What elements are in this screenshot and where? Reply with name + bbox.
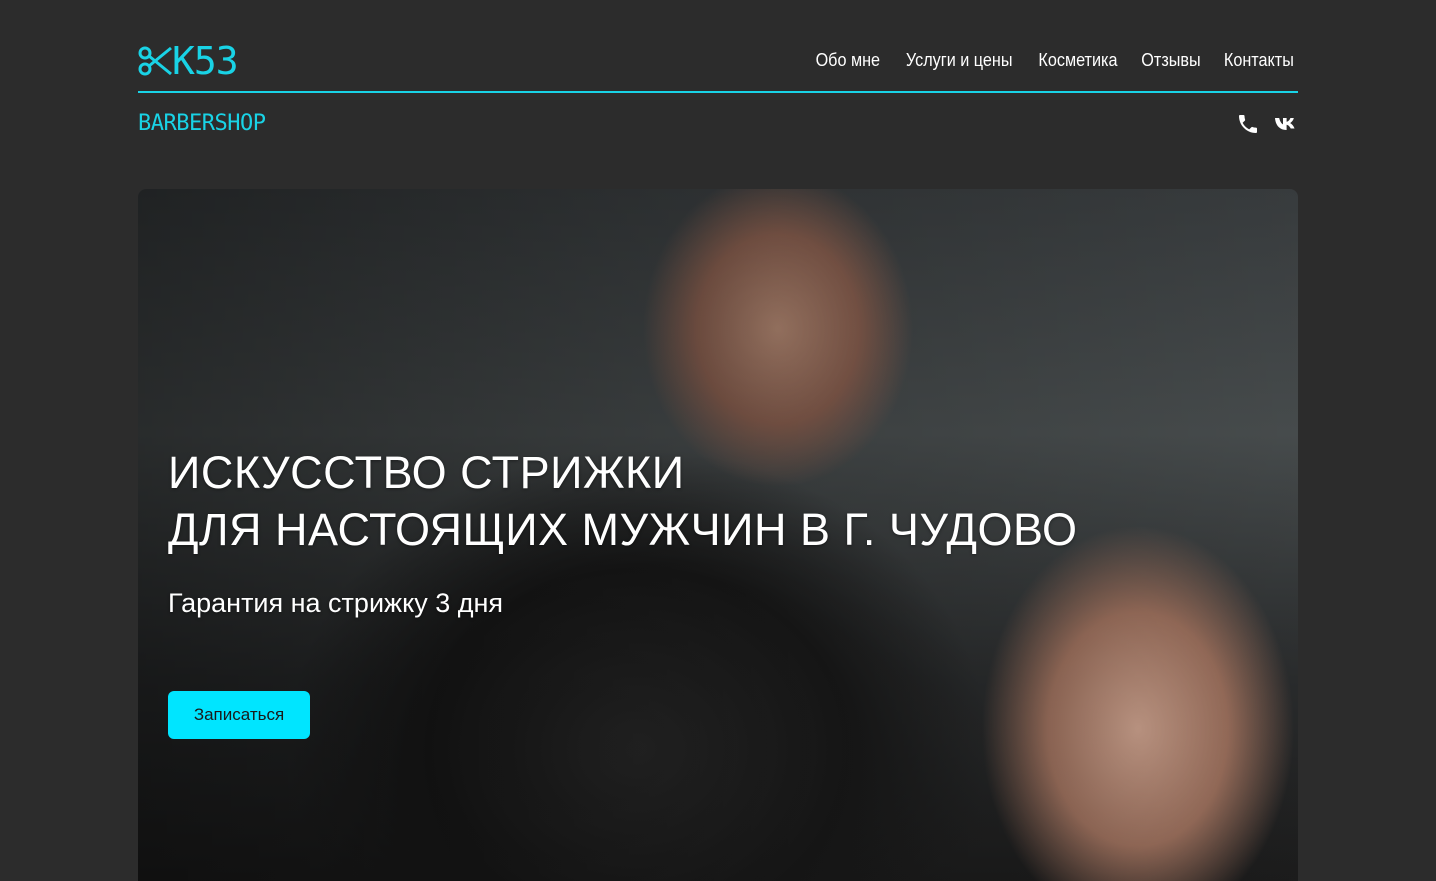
nav-link-contacts[interactable]: Контакты [1224, 50, 1294, 71]
vk-icon[interactable] [1274, 112, 1298, 136]
social-links [1236, 112, 1298, 136]
hero-title-line-1: ИСКУССТВО СТРИЖКИ [168, 447, 685, 498]
header-divider [138, 91, 1298, 93]
hero-subtitle: Гарантия на стрижку 3 дня [168, 588, 504, 618]
nav-link-reviews[interactable]: Отзывы [1142, 50, 1201, 71]
hero-title-line-2: ДЛЯ НАСТОЯЩИХ МУЖЧИН В Г. ЧУДОВО [168, 504, 1078, 555]
nav-link-cosmetics[interactable]: Косметика [1039, 50, 1118, 71]
hero-banner: ИСКУССТВО СТРИЖКИ ДЛЯ НАСТОЯЩИХ МУЖЧИН В… [138, 189, 1298, 881]
logo[interactable]: K53 [138, 39, 239, 83]
logo-text: K53 [172, 39, 239, 83]
brand-tagline: BARBERSHOP [138, 111, 266, 136]
hero-title: ИСКУССТВО СТРИЖКИ ДЛЯ НАСТОЯЩИХ МУЖЧИН В… [168, 444, 1077, 558]
book-appointment-button[interactable]: Записаться [168, 691, 310, 739]
nav-link-about[interactable]: Обо мне [816, 50, 880, 71]
nav-link-services[interactable]: Услуги и цены [906, 50, 1013, 71]
main-nav: Обо мне Услуги и цены Косметика Отзывы К… [812, 50, 1298, 71]
scissors-icon [138, 46, 172, 76]
hero-content: ИСКУССТВО СТРИЖКИ ДЛЯ НАСТОЯЩИХ МУЖЧИН В… [168, 444, 1077, 619]
phone-icon[interactable] [1236, 112, 1260, 136]
page: K53 Обо мне Услуги и цены Косметика Отзы… [0, 0, 1436, 881]
